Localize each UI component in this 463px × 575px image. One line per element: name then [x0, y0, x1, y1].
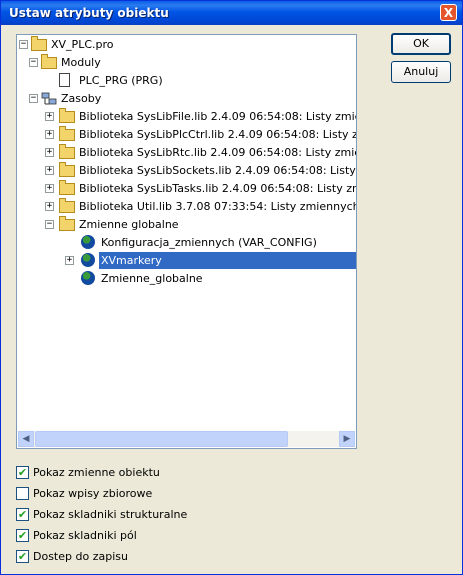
- checkbox-label: Pokaz skladniki strukturalne: [33, 508, 188, 521]
- tree-label-zmienne-globalne-item: Zmienne_globalne: [101, 272, 203, 285]
- expand-icon[interactable]: +: [45, 166, 54, 175]
- tree-node-zmienne-globalne-item[interactable]: Zmienne_globalne: [19, 270, 349, 287]
- checkbox[interactable]: [16, 487, 29, 500]
- checkbox-label: Pokaz zmienne obiektu: [33, 466, 160, 479]
- tree-label-root: XV_PLC.pro: [51, 38, 114, 51]
- collapse-icon[interactable]: −: [29, 94, 38, 103]
- folder-icon: [59, 198, 75, 213]
- tree-node-lib[interactable]: + Biblioteka SysLibFile.lib 2.4.09 06:54…: [19, 108, 356, 125]
- checkbox-label: Dostep do zapisu: [33, 550, 128, 563]
- horizontal-scrollbar[interactable]: ◀ ▶: [18, 431, 355, 447]
- ok-button[interactable]: OK: [391, 33, 451, 55]
- tree-label-plc-prg: PLC_PRG (PRG): [79, 74, 163, 87]
- collapse-icon[interactable]: −: [19, 40, 28, 49]
- window-title: Ustaw atrybuty obiektu: [9, 6, 169, 20]
- tree-label-xvmarkery: XVmarkery: [99, 252, 356, 269]
- tree-label-lib: Biblioteka SysLibSockets.lib 2.4.09 06:5…: [79, 164, 356, 177]
- close-button[interactable]: X: [440, 4, 457, 21]
- globe-icon: [81, 270, 97, 285]
- checkbox-label: Pokaz skladniki pól: [33, 529, 137, 542]
- expand-icon[interactable]: +: [45, 184, 54, 193]
- tree-label-zmienne-globalne: Zmienne globalne: [79, 218, 179, 231]
- tree-node-moduly[interactable]: − Moduly: [19, 54, 349, 71]
- tree-node-lib[interactable]: + Biblioteka SysLibPlcCtrl.lib 2.4.09 06…: [19, 126, 356, 143]
- expand-icon[interactable]: +: [45, 130, 54, 139]
- tree-node-plc-prg[interactable]: PLC_PRG (PRG): [19, 72, 349, 89]
- checkbox[interactable]: ✔: [16, 529, 29, 542]
- tree-node-konfiguracja[interactable]: Konfiguracja_zmiennych (VAR_CONFIG): [19, 234, 349, 251]
- collapse-icon[interactable]: −: [45, 220, 54, 229]
- tree-node-lib[interactable]: + Biblioteka SysLibTasks.lib 2.4.09 06:5…: [19, 180, 356, 197]
- folder-open-icon: [59, 216, 75, 231]
- tree-label-lib: Biblioteka Util.lib 3.7.08 07:33:54: Lis…: [79, 200, 357, 213]
- tree-label-konfiguracja: Konfiguracja_zmiennych (VAR_CONFIG): [101, 236, 317, 249]
- globe-icon: [81, 234, 97, 249]
- dialog-window: Ustaw atrybuty obiektu X − XV_PLC.pro − …: [0, 0, 463, 575]
- expand-icon[interactable]: +: [45, 112, 54, 121]
- tree-node-lib[interactable]: + Biblioteka SysLibRtc.lib 2.4.09 06:54:…: [19, 144, 356, 161]
- tree-label-lib: Biblioteka SysLibTasks.lib 2.4.09 06:54:…: [79, 182, 356, 195]
- globe-icon: [81, 252, 97, 267]
- title-bar[interactable]: Ustaw atrybuty obiektu X: [1, 1, 462, 25]
- tree-label-lib: Biblioteka SysLibPlcCtrl.lib 2.4.09 06:5…: [79, 128, 356, 141]
- tree-label-lib: Biblioteka SysLibFile.lib 2.4.09 06:54:0…: [79, 110, 356, 123]
- checkbox[interactable]: ✔: [16, 466, 29, 479]
- tree-node-root[interactable]: − XV_PLC.pro: [19, 36, 349, 53]
- tree-node-lib[interactable]: + Biblioteka Util.lib 3.7.08 07:33:54: L…: [19, 198, 357, 215]
- cancel-button[interactable]: Anuluj: [391, 61, 451, 83]
- folder-icon: [59, 162, 75, 177]
- folder-open-icon: [41, 54, 57, 69]
- checkbox[interactable]: ✔: [16, 550, 29, 563]
- tree-node-zmienne-globalne[interactable]: − Zmienne globalne: [19, 216, 349, 233]
- tree-node-zasoby[interactable]: − Zasoby: [19, 90, 349, 107]
- checkbox-label: Pokaz wpisy zbiorowe: [33, 487, 153, 500]
- folder-icon: [59, 108, 75, 123]
- scroll-right-icon[interactable]: ▶: [339, 431, 355, 447]
- tree-node-xvmarkery[interactable]: + XVmarkery: [19, 252, 356, 269]
- folder-open-icon: [31, 36, 47, 51]
- tree-label-lib: Biblioteka SysLibRtc.lib 2.4.09 06:54:08…: [79, 146, 356, 159]
- collapse-icon[interactable]: −: [29, 58, 38, 67]
- resources-icon: [41, 90, 57, 105]
- folder-icon: [59, 144, 75, 159]
- expand-icon[interactable]: +: [45, 148, 54, 157]
- tree-label-zasoby: Zasoby: [61, 92, 102, 105]
- tree-node-lib[interactable]: + Biblioteka SysLibSockets.lib 2.4.09 06…: [19, 162, 356, 179]
- tree-label-moduly: Moduly: [61, 56, 101, 69]
- scroll-left-icon[interactable]: ◀: [18, 431, 34, 447]
- scroll-thumb[interactable]: [35, 431, 288, 447]
- object-tree[interactable]: − XV_PLC.pro − Moduly PLC_PRG (PRG) − Za…: [16, 34, 357, 449]
- expand-icon[interactable]: +: [65, 256, 74, 265]
- document-icon: [59, 72, 75, 87]
- checkbox[interactable]: ✔: [16, 508, 29, 521]
- expand-icon[interactable]: +: [45, 202, 54, 211]
- folder-icon: [59, 126, 75, 141]
- folder-icon: [59, 180, 75, 195]
